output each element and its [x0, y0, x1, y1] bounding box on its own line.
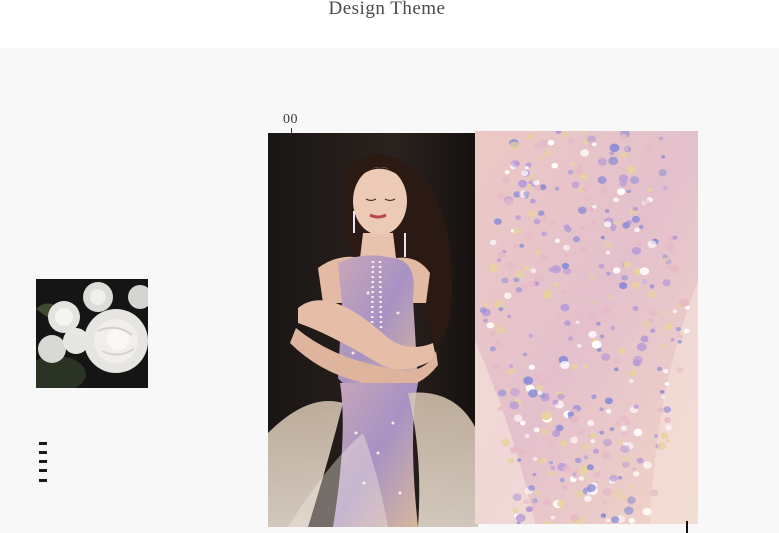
header-band: Design Theme	[0, 0, 779, 48]
model-in-sequin-gown-image	[268, 133, 478, 527]
dash-marker	[39, 442, 47, 484]
page-title: Design Theme	[328, 0, 446, 19]
sequin-fabric-closeup-image	[475, 131, 698, 524]
image-index-label: 00	[283, 112, 298, 127]
rose-bouquet-image	[36, 279, 148, 388]
corner-tick	[686, 521, 688, 533]
